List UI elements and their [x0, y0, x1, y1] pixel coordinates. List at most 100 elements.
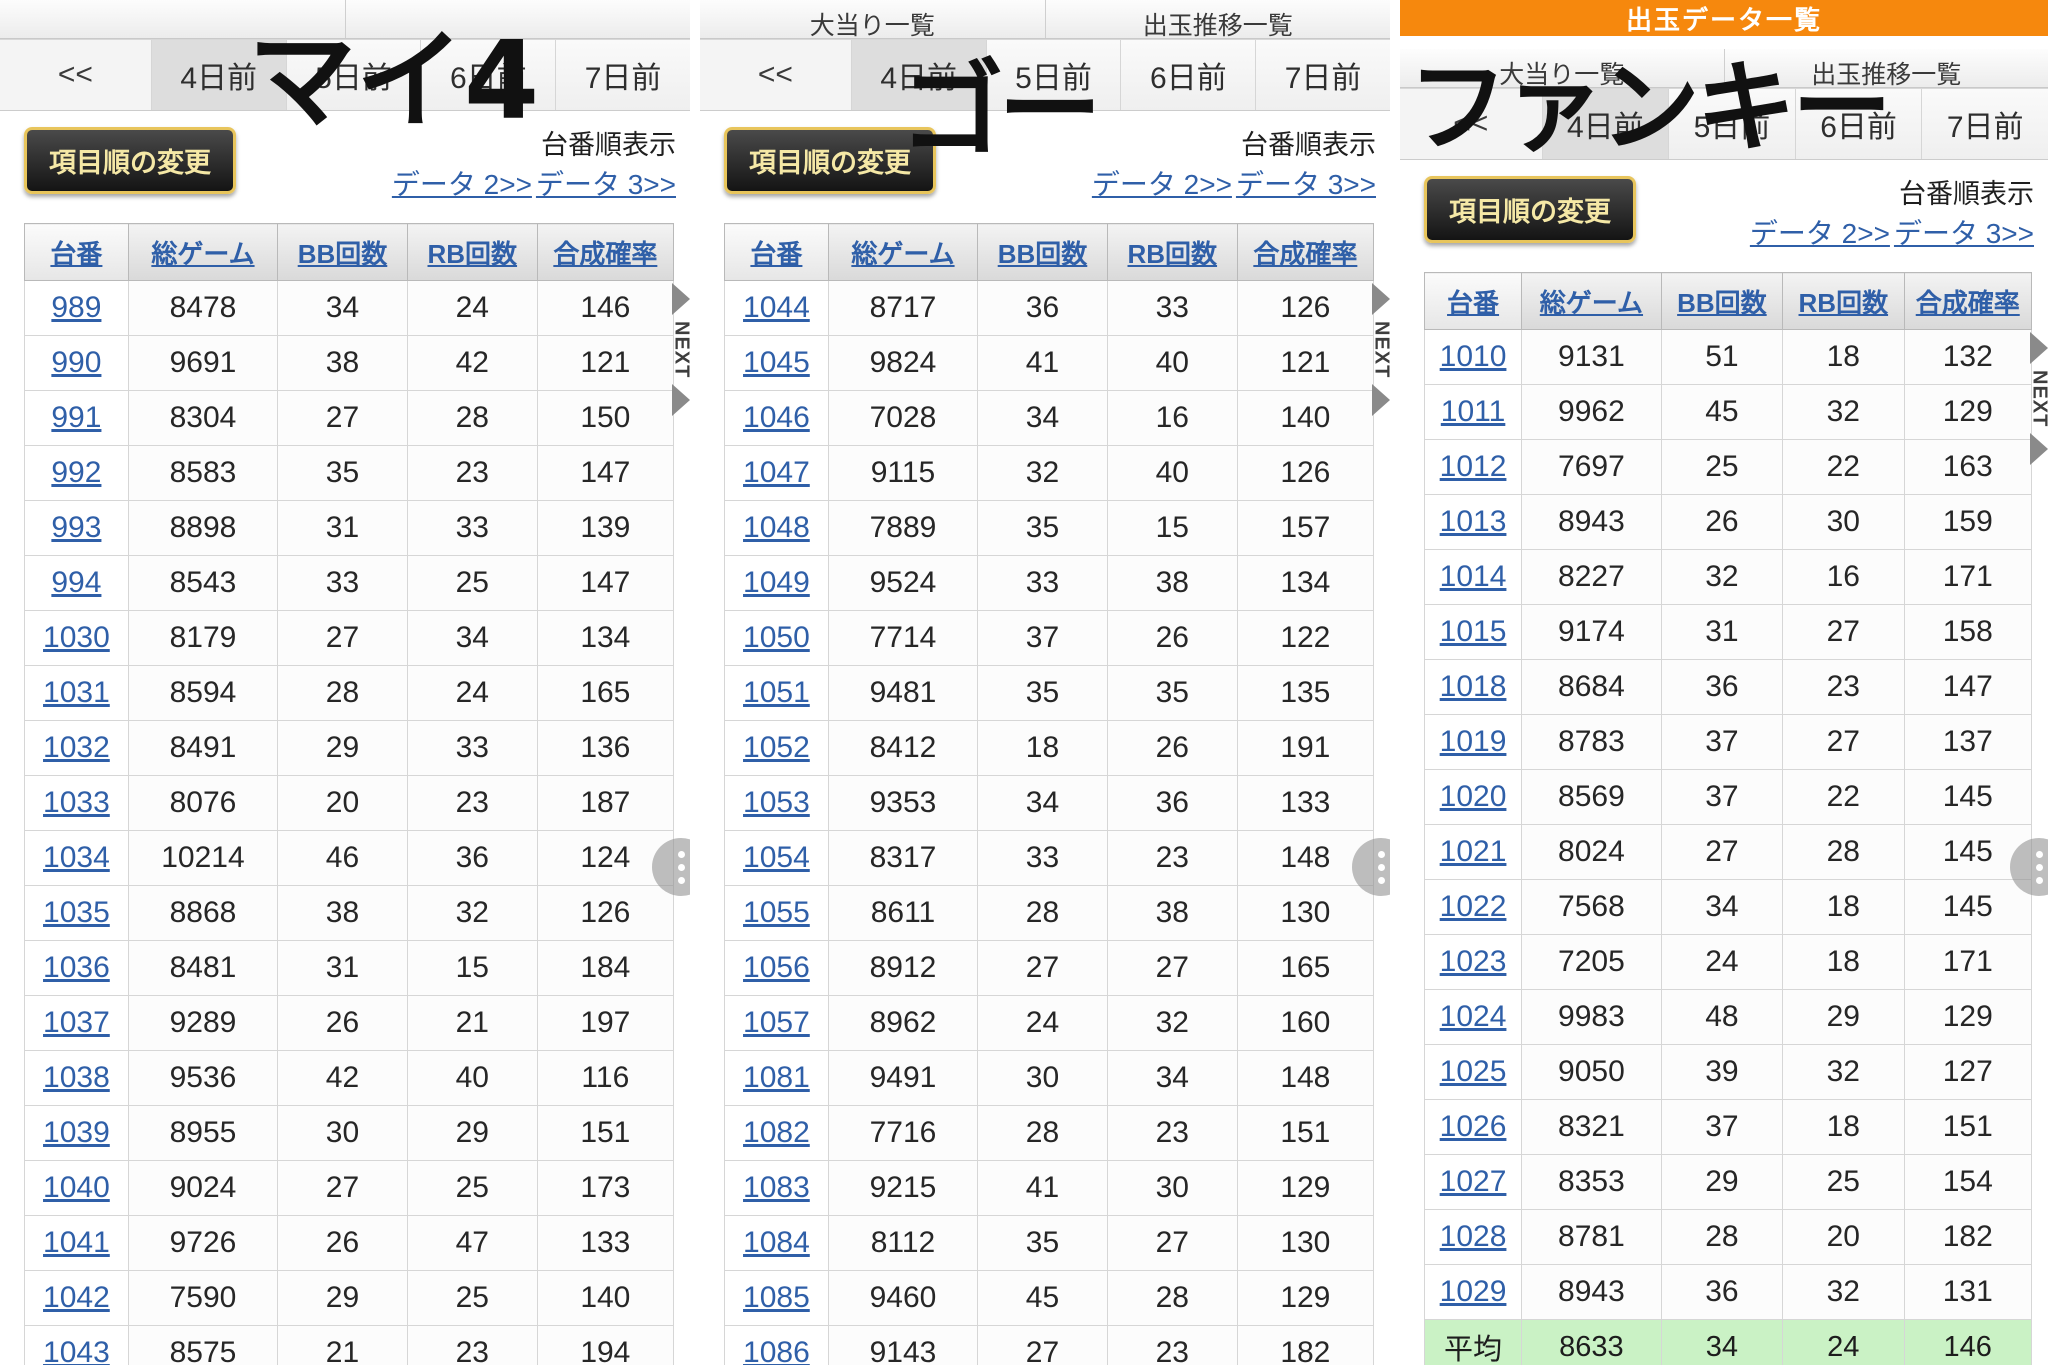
machine-number-link[interactable]: 1038: [43, 1061, 110, 1094]
data2-link[interactable]: データ 2>>: [1750, 218, 1890, 249]
col-header-total-games[interactable]: 総ゲーム: [127, 223, 279, 281]
machine-number-link[interactable]: 991: [51, 401, 101, 434]
change-order-button[interactable]: 項目順の変更: [24, 127, 236, 194]
machine-number-link[interactable]: 1031: [43, 676, 110, 709]
day-tab-6[interactable]: 6日前: [421, 40, 557, 110]
machine-number-link[interactable]: 1043: [43, 1336, 110, 1365]
machine-number-link[interactable]: 1029: [1440, 1275, 1507, 1308]
machine-number-link[interactable]: 1025: [1440, 1055, 1507, 1088]
day-tab-6[interactable]: 6日前: [1121, 40, 1257, 110]
machine-number-link[interactable]: 1082: [743, 1116, 810, 1149]
machine-number-link[interactable]: 1014: [1440, 560, 1507, 593]
col-header-total-games[interactable]: 総ゲーム: [1521, 272, 1662, 330]
machine-number-link[interactable]: 1086: [743, 1336, 810, 1365]
machine-number-link[interactable]: 1048: [743, 511, 810, 544]
change-order-button[interactable]: 項目順の変更: [1424, 176, 1636, 243]
next-page-strip[interactable]: NEXT: [2026, 332, 2048, 466]
machine-number-link[interactable]: 1053: [743, 786, 810, 819]
machine-number-link[interactable]: 1023: [1440, 945, 1507, 978]
machine-number-link[interactable]: 1024: [1440, 1000, 1507, 1033]
col-header-rb[interactable]: RB回数: [406, 223, 538, 281]
col-header-daiban[interactable]: 台番: [24, 223, 129, 281]
machine-number-link[interactable]: 1033: [43, 786, 110, 819]
day-tab-5[interactable]: 5日前: [986, 40, 1122, 110]
machine-number-link[interactable]: 1049: [743, 566, 810, 599]
top-tab-right[interactable]: [346, 0, 691, 38]
machine-number-link[interactable]: 1056: [743, 951, 810, 984]
data3-link[interactable]: データ 3>>: [1894, 218, 2034, 249]
day-tab-4[interactable]: 4日前: [1542, 89, 1670, 159]
day-tab-4[interactable]: 4日前: [151, 40, 287, 110]
machine-number-link[interactable]: 992: [51, 456, 101, 489]
machine-number-link[interactable]: 1057: [743, 1006, 810, 1039]
machine-number-link[interactable]: 1018: [1440, 670, 1507, 703]
day-tab-5[interactable]: 5日前: [1669, 89, 1796, 159]
day-tab-7[interactable]: 7日前: [556, 40, 690, 110]
day-tab-5[interactable]: 5日前: [286, 40, 422, 110]
change-order-button[interactable]: 項目順の変更: [724, 127, 936, 194]
data3-link[interactable]: データ 3>>: [536, 169, 676, 200]
machine-number-link[interactable]: 994: [51, 566, 101, 599]
machine-number-link[interactable]: 1044: [743, 291, 810, 324]
machine-number-link[interactable]: 1034: [43, 841, 110, 874]
machine-number-link[interactable]: 1081: [743, 1061, 810, 1094]
col-header-daiban[interactable]: 台番: [1423, 272, 1523, 330]
machine-number-link[interactable]: 1051: [743, 676, 810, 709]
machine-number-link[interactable]: 1083: [743, 1171, 810, 1204]
machine-number-link[interactable]: 1045: [743, 346, 810, 379]
col-header-rb[interactable]: RB回数: [1106, 223, 1238, 281]
day-tab-7[interactable]: 7日前: [1922, 89, 2048, 159]
machine-number-link[interactable]: 1011: [1441, 395, 1506, 428]
machine-number-link[interactable]: 989: [51, 291, 101, 324]
prev-page-button[interactable]: <<: [0, 40, 152, 110]
machine-number-link[interactable]: 1027: [1440, 1165, 1507, 1198]
machine-number-link[interactable]: 1041: [43, 1226, 110, 1259]
machine-number-link[interactable]: 1035: [43, 896, 110, 929]
day-tab-7[interactable]: 7日前: [1256, 40, 1390, 110]
prev-page-button[interactable]: <<: [700, 40, 852, 110]
col-header-rate[interactable]: 合成確率: [1903, 272, 2032, 330]
top-tab-oatari-list[interactable]: 大当り一覧: [1400, 49, 1725, 87]
machine-number-link[interactable]: 1046: [743, 401, 810, 434]
col-header-rate[interactable]: 合成確率: [1236, 223, 1375, 281]
col-header-bb[interactable]: BB回数: [1660, 272, 1784, 330]
machine-number-link[interactable]: 1022: [1440, 890, 1507, 923]
machine-number-link[interactable]: 1015: [1440, 615, 1507, 648]
machine-number-link[interactable]: 1055: [743, 896, 810, 929]
data3-link[interactable]: データ 3>>: [1236, 169, 1376, 200]
machine-number-link[interactable]: 1010: [1440, 340, 1507, 373]
col-header-bb[interactable]: BB回数: [977, 223, 1108, 281]
machine-number-link[interactable]: 1040: [43, 1171, 110, 1204]
machine-number-link[interactable]: 1047: [743, 456, 810, 489]
next-page-strip[interactable]: NEXT: [1368, 283, 1390, 417]
machine-number-link[interactable]: 1036: [43, 951, 110, 984]
col-header-rate[interactable]: 合成確率: [536, 223, 675, 281]
machine-number-link[interactable]: 1026: [1440, 1110, 1507, 1143]
machine-number-link[interactable]: 1084: [743, 1226, 810, 1259]
machine-number-link[interactable]: 1054: [743, 841, 810, 874]
machine-number-link[interactable]: 990: [51, 346, 101, 379]
col-header-rb[interactable]: RB回数: [1782, 272, 1905, 330]
machine-number-link[interactable]: 1032: [43, 731, 110, 764]
machine-number-link[interactable]: 1020: [1440, 780, 1507, 813]
machine-number-link[interactable]: 1012: [1440, 450, 1507, 483]
top-tab-demagame-list[interactable]: 出玉推移一覧: [1046, 0, 1391, 39]
prev-page-button[interactable]: <<: [1400, 89, 1543, 159]
top-tab-demagame-list[interactable]: 出玉推移一覧: [1725, 49, 2048, 88]
machine-number-link[interactable]: 1052: [743, 731, 810, 764]
machine-number-link[interactable]: 1085: [743, 1281, 810, 1314]
col-header-daiban[interactable]: 台番: [724, 223, 829, 281]
machine-number-link[interactable]: 1019: [1440, 725, 1507, 758]
machine-number-link[interactable]: 1028: [1440, 1220, 1507, 1253]
machine-number-link[interactable]: 1021: [1440, 835, 1507, 868]
day-tab-6[interactable]: 6日前: [1795, 89, 1923, 159]
machine-number-link[interactable]: 993: [51, 511, 101, 544]
top-tab-left[interactable]: [0, 0, 346, 38]
next-page-strip[interactable]: NEXT: [668, 283, 690, 417]
data2-link[interactable]: データ 2>>: [392, 169, 532, 200]
machine-number-link[interactable]: 1013: [1440, 505, 1507, 538]
machine-number-link[interactable]: 1039: [43, 1116, 110, 1149]
machine-number-link[interactable]: 1030: [43, 621, 110, 654]
col-header-total-games[interactable]: 総ゲーム: [827, 223, 979, 281]
machine-number-link[interactable]: 1050: [743, 621, 810, 654]
